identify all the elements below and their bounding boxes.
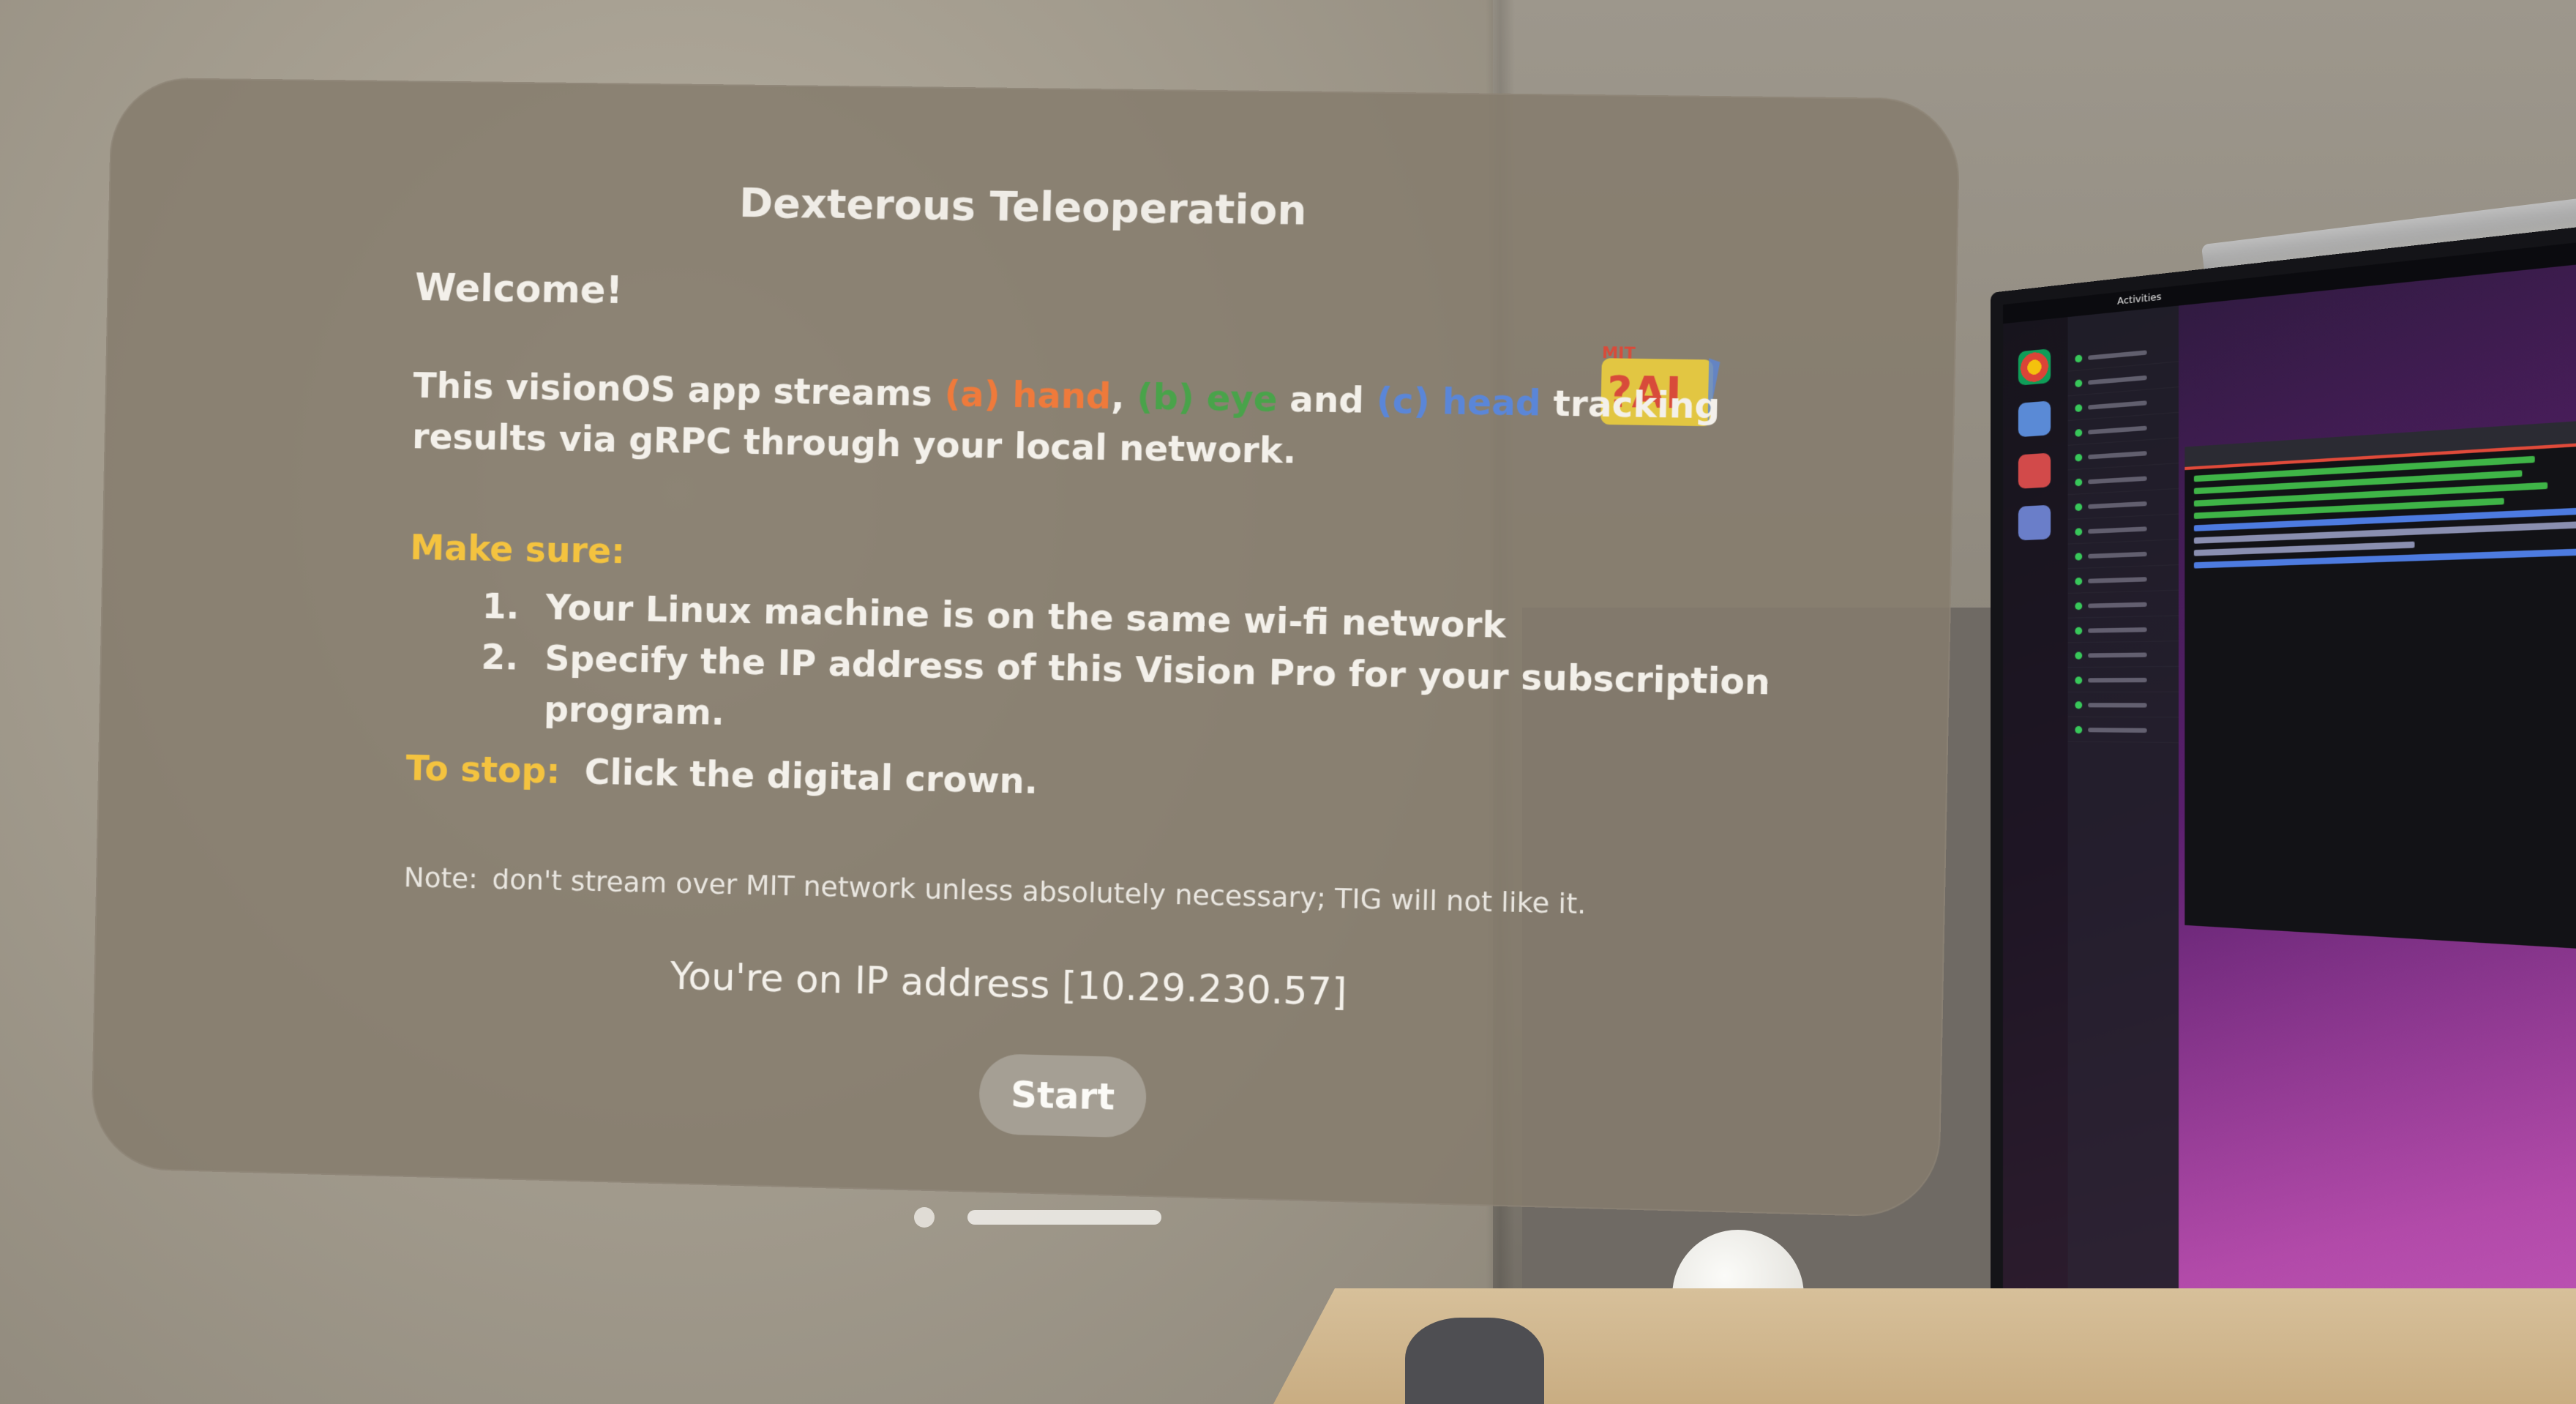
activities-label: Activities <box>2117 291 2161 307</box>
head-keyword: (c) head <box>1376 381 1541 425</box>
steps-list: Your Linux machine is on the same wi-fi … <box>407 580 1786 761</box>
list-item <box>2068 539 2179 569</box>
ubuntu-dock <box>2003 317 2068 1345</box>
terminal-line <box>2194 542 2415 556</box>
browser-tab-sidebar <box>2068 306 2179 1366</box>
window-close-dot[interactable] <box>914 1207 935 1228</box>
hand-keyword: (a) hand <box>944 373 1112 417</box>
list-item <box>2068 692 2179 718</box>
to-stop-text: Click the digital crown. <box>584 752 1038 802</box>
welcome-heading: Welcome! <box>415 266 1793 329</box>
list-item <box>2068 717 2179 744</box>
network-note: Note: don't stream over MIT network unles… <box>403 861 1781 925</box>
app-window: Dexterous Teleoperation MIT ?AI Welcome!… <box>91 78 1961 1219</box>
to-stop-line: To stop: Click the digital crown. <box>405 748 1783 818</box>
eye-keyword: (b) eye <box>1137 377 1278 420</box>
window-grab-bar[interactable] <box>967 1210 1161 1225</box>
window-title: Dexterous Teleoperation <box>108 171 1958 244</box>
start-button[interactable]: Start <box>978 1053 1147 1138</box>
list-item <box>2068 565 2179 594</box>
intro-sep2: and <box>1277 379 1377 422</box>
note-label: Note: <box>403 861 478 895</box>
instructions: Welcome! This visionOS app streams (a) h… <box>403 266 1792 925</box>
app-icon <box>2018 505 2051 541</box>
terminal-window <box>2184 408 2576 961</box>
intro-sep1: , <box>1111 376 1137 418</box>
chrome-icon <box>2018 348 2051 386</box>
to-stop-label: To stop: <box>405 748 561 792</box>
files-icon <box>2018 400 2051 437</box>
ubuntu-desktop: Activities <box>2003 225 2576 1404</box>
list-item <box>2068 641 2179 668</box>
list-item <box>2068 616 2179 643</box>
intro-text: This visionOS app streams (a) hand, (b) … <box>412 360 1791 485</box>
intro-part1: This visionOS app streams <box>413 365 945 414</box>
desk-fan <box>1405 1318 1544 1404</box>
note-text: don't stream over MIT network unless abs… <box>492 863 1587 920</box>
terminal-app-icon <box>2018 453 2051 489</box>
list-item <box>2068 667 2179 692</box>
linux-monitor: Activities <box>1991 209 2576 1404</box>
ip-address-text: You're on IP address [10.29.230.57] <box>94 941 1943 1029</box>
list-item <box>2068 591 2179 619</box>
